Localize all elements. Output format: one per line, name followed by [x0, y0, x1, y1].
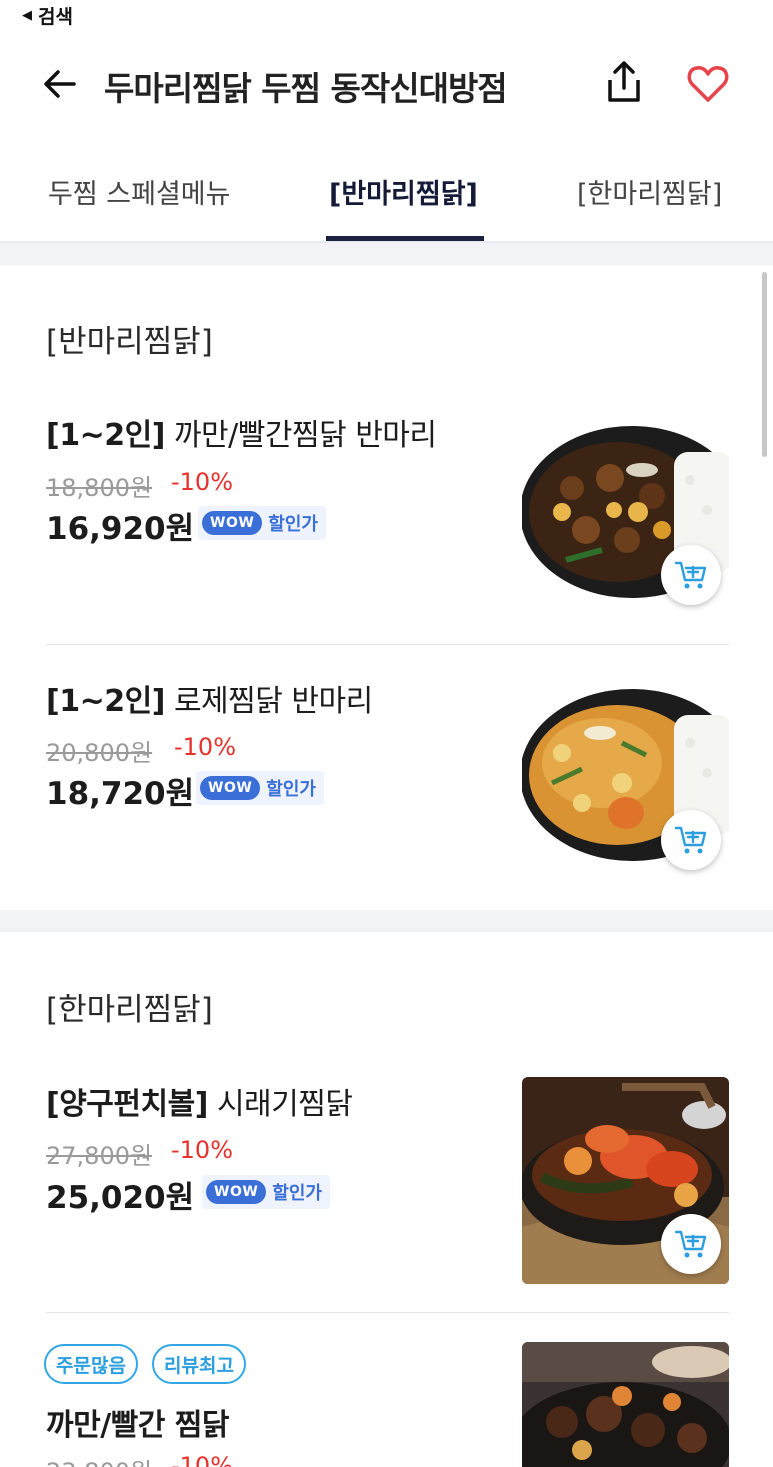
original-price: 27,800원: [46, 1142, 153, 1170]
tab-whole-chicken[interactable]: [한마리찜닭]: [577, 172, 722, 211]
store-title: 두마리찜닭 두찜 동작신대방점: [104, 69, 508, 108]
menu-item-name[interactable]: [1~2인] 까만/빨간찜닭 반마리: [46, 410, 437, 454]
tag-popular-order: 주문많음: [44, 1344, 138, 1384]
tab-half-chicken[interactable]: [반마리찜닭]: [329, 172, 478, 211]
section-title: [반마리찜닭]: [46, 324, 213, 360]
wow-label: WOW: [200, 776, 261, 800]
back-arrow-icon[interactable]: [40, 64, 80, 104]
original-price: 23,800원: [46, 1452, 152, 1467]
menu-item-name[interactable]: [1~2인] 로제찜닭 반마리: [46, 676, 373, 720]
section-title: [한마리찜닭]: [46, 992, 213, 1028]
discount-rate: -10%: [171, 468, 234, 496]
wow-discount-badge: WOW 할인가: [198, 506, 326, 540]
cart-plus-icon: [674, 1230, 707, 1258]
wow-discount-badge: WOW 할인가: [196, 771, 324, 805]
wow-label: WOW: [206, 1180, 267, 1204]
header: 두마리찜닭 두찜 동작신대방점: [0, 40, 773, 130]
status-back-link[interactable]: ◀ 검색: [22, 2, 73, 29]
sale-price: 16,920원: [46, 511, 195, 547]
active-tab-indicator: [326, 236, 484, 241]
item-divider: [46, 644, 729, 645]
original-price: 18,800원: [46, 474, 153, 502]
cart-plus-icon: [674, 826, 707, 854]
wow-label: WOW: [202, 511, 263, 535]
discount-rate: -10%: [174, 733, 237, 761]
item-divider: [46, 1312, 729, 1313]
menu-item-name[interactable]: 까만/빨간 찜닭: [46, 1400, 230, 1444]
back-triangle-icon: ◀: [22, 8, 32, 23]
section-spacer: [0, 910, 773, 932]
original-price: 20,800원: [46, 739, 153, 767]
menu-item-image[interactable]: [522, 1342, 729, 1467]
wow-discount-text: 할인가: [272, 1183, 322, 1204]
cart-plus-icon: [674, 561, 707, 589]
section-spacer: [0, 243, 773, 265]
sale-price: 18,720원: [46, 776, 195, 812]
heart-icon[interactable]: [685, 60, 731, 106]
add-to-cart-button[interactable]: [661, 810, 721, 870]
wow-discount-badge: WOW 할인가: [202, 1175, 330, 1209]
category-tabs: 두찜 스페셜메뉴 [반마리찜닭] [한마리찜닭]: [0, 150, 773, 243]
status-back-label: 검색: [38, 6, 73, 28]
wow-discount-text: 할인가: [266, 779, 316, 800]
share-icon[interactable]: [600, 58, 648, 106]
discount-rate: -10%: [171, 1452, 234, 1467]
discount-rate: -10%: [171, 1136, 234, 1164]
tab-special-menu[interactable]: 두찜 스페셜메뉴: [48, 172, 230, 211]
tag-best-review: 리뷰최고: [152, 1344, 246, 1384]
add-to-cart-button[interactable]: [661, 545, 721, 605]
scrollbar[interactable]: [762, 272, 767, 457]
sale-price: 25,020원: [46, 1180, 195, 1216]
add-to-cart-button[interactable]: [661, 1214, 721, 1274]
wow-discount-text: 할인가: [268, 514, 318, 535]
menu-item-name[interactable]: [양구펀치볼] 시래기찜닭: [46, 1079, 353, 1123]
